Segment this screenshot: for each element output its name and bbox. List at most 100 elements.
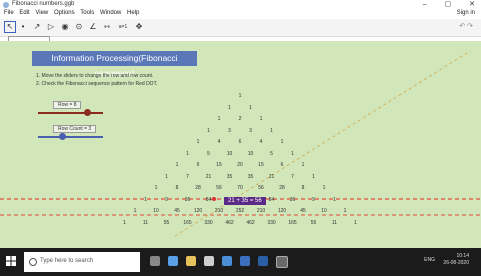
triangle-number: 165 <box>183 219 192 226</box>
triangle-number: 21 <box>205 173 212 180</box>
triangle-number: 1 <box>259 116 263 122</box>
triangle-number: 20 <box>237 162 243 168</box>
triangle-number: 8 <box>175 185 179 191</box>
language-indicator[interactable]: ENG <box>424 257 435 263</box>
triangle-number: 462 <box>246 219 255 226</box>
edge-browser-icon[interactable] <box>168 256 178 266</box>
triangle-number: 1 <box>280 139 284 145</box>
triangle-number: 8 <box>301 185 305 191</box>
row-slider-knob[interactable] <box>84 109 91 116</box>
instruction-2: 2. Check the Fibonacci sequence pattern … <box>36 81 158 87</box>
triangle-number: 1 <box>322 185 326 191</box>
windows-start-icon[interactable] <box>6 256 16 266</box>
triangle-number: 55 <box>163 219 170 226</box>
triangle-number: 4 <box>259 139 263 145</box>
row-count-slider-label: Row Count = 3 <box>53 125 97 133</box>
triangle-number: 35 <box>247 173 254 180</box>
triangle-number: 9 <box>165 196 168 203</box>
triangle-number: 3 <box>228 127 231 134</box>
store-icon[interactable] <box>204 256 214 266</box>
point-tool-icon[interactable]: • <box>18 22 28 32</box>
menu-tools[interactable]: Tools <box>80 10 94 16</box>
triangle-number: 35 <box>226 173 233 180</box>
menu-file[interactable]: File <box>4 10 14 16</box>
triangle-number: 21 <box>268 173 275 180</box>
taskbar-search-box[interactable]: Type here to search <box>24 252 140 272</box>
triangle-number: 45 <box>300 208 306 214</box>
triangle-number: 28 <box>279 185 285 191</box>
triangle-number: 84 <box>268 196 275 203</box>
triangle-number: 1 <box>165 173 168 180</box>
window-title: Fibonacci numbers.ggb <box>12 1 75 7</box>
move-graphics-tool-icon[interactable]: ✥ <box>134 22 144 32</box>
triangle-number: 10 <box>226 150 233 157</box>
triangle-number: 5 <box>270 150 273 157</box>
menu-view[interactable]: View <box>35 10 48 16</box>
move-tool-icon[interactable]: ↖ <box>4 21 16 33</box>
triangle-number: 3 <box>249 127 252 134</box>
maximize-button[interactable]: ▢ <box>445 1 452 8</box>
file-explorer-icon[interactable] <box>186 256 196 266</box>
triangle-number: 36 <box>289 196 296 203</box>
triangle-number: 1 <box>175 162 179 168</box>
reflect-tool-icon[interactable]: ⇿ <box>102 22 112 32</box>
row-count-slider-track[interactable] <box>38 136 103 138</box>
minimize-button[interactable]: – <box>423 1 427 8</box>
triangle-number: 28 <box>195 185 201 191</box>
triangle-number: 11 <box>331 219 338 226</box>
triangle-number: 10 <box>321 208 327 214</box>
triangle-number: 6 <box>196 162 200 168</box>
triangle-number: 1 <box>154 185 158 191</box>
menu-window[interactable]: Window <box>100 10 121 16</box>
close-button[interactable]: ✕ <box>469 1 475 8</box>
graphics-view[interactable]: Information Processing(Fibonacci sequenc… <box>0 41 481 248</box>
triangle-number: 1 <box>186 150 189 157</box>
triangle-number: 1 <box>207 127 210 134</box>
triangle-number: 330 <box>204 219 213 226</box>
slider-tool-icon[interactable]: a=1 <box>116 22 130 32</box>
row-slider-label: Row = 8 <box>53 101 82 109</box>
menu-help[interactable]: Help <box>127 10 139 16</box>
sign-in-link[interactable]: Sign in <box>457 10 475 16</box>
undo-redo-icon[interactable]: ↶ ↷ <box>459 22 473 30</box>
menu-options[interactable]: Options <box>54 10 75 16</box>
triangle-number: 1 <box>144 196 147 203</box>
instruction-1: 1. Move the sliders to change the row an… <box>36 73 154 79</box>
cortana-icon <box>29 258 37 266</box>
triangle-number: 1 <box>354 219 357 226</box>
triangle-number: 252 <box>235 208 245 214</box>
triangle-number: 70 <box>237 185 243 191</box>
row-slider-track[interactable] <box>38 112 103 114</box>
polygon-tool-icon[interactable]: ◉ <box>60 22 70 32</box>
fibonacci-sum-label: 21 + 35 = 56 <box>224 197 266 205</box>
chrome-icon[interactable] <box>222 256 232 266</box>
tool-bar: ↖ • ↗ ▷ ◉ ⊙ ∠ ⇿ a=1 ✥ ↶ ↷ <box>0 19 481 37</box>
calculator-icon[interactable] <box>240 256 250 266</box>
triangle-number: 120 <box>277 208 287 214</box>
page-title: Information Processing(Fibonacci sequenc… <box>32 51 197 78</box>
title-bar: Fibonacci numbers.ggb – ▢ ✕ <box>0 0 481 10</box>
word-icon[interactable] <box>258 256 268 266</box>
angle-tool-icon[interactable]: ∠ <box>88 22 98 32</box>
triangle-number: 15 <box>258 162 264 168</box>
triangle-number: 6 <box>280 162 284 168</box>
taskbar: Type here to search 10:14 26-08-2020 ENG <box>0 248 481 276</box>
task-view-icon[interactable] <box>150 256 160 266</box>
circle-tool-icon[interactable]: ⊙ <box>74 22 84 32</box>
triangle-number: 1 <box>312 173 315 180</box>
clock-time: 10:14 <box>456 253 469 259</box>
triangle-number: 6 <box>238 139 242 145</box>
triangle-number: 462 <box>225 219 234 226</box>
line-tool-icon[interactable]: ↗ <box>32 22 42 32</box>
window-controls: – ▢ ✕ <box>407 0 475 8</box>
triangle-number: 84 <box>205 196 212 203</box>
red-dot <box>212 197 216 201</box>
triangle-number: 10 <box>247 150 254 157</box>
triangle-number: 2 <box>238 116 242 122</box>
geogebra-task-icon[interactable] <box>276 256 288 268</box>
clock[interactable]: 10:14 26-08-2020 <box>443 253 469 267</box>
row-count-slider-knob[interactable] <box>59 133 66 140</box>
perpendicular-tool-icon[interactable]: ▷ <box>46 22 56 32</box>
menu-edit[interactable]: Edit <box>19 10 29 16</box>
menu-bar: File Edit View Options Tools Window Help… <box>0 10 481 19</box>
